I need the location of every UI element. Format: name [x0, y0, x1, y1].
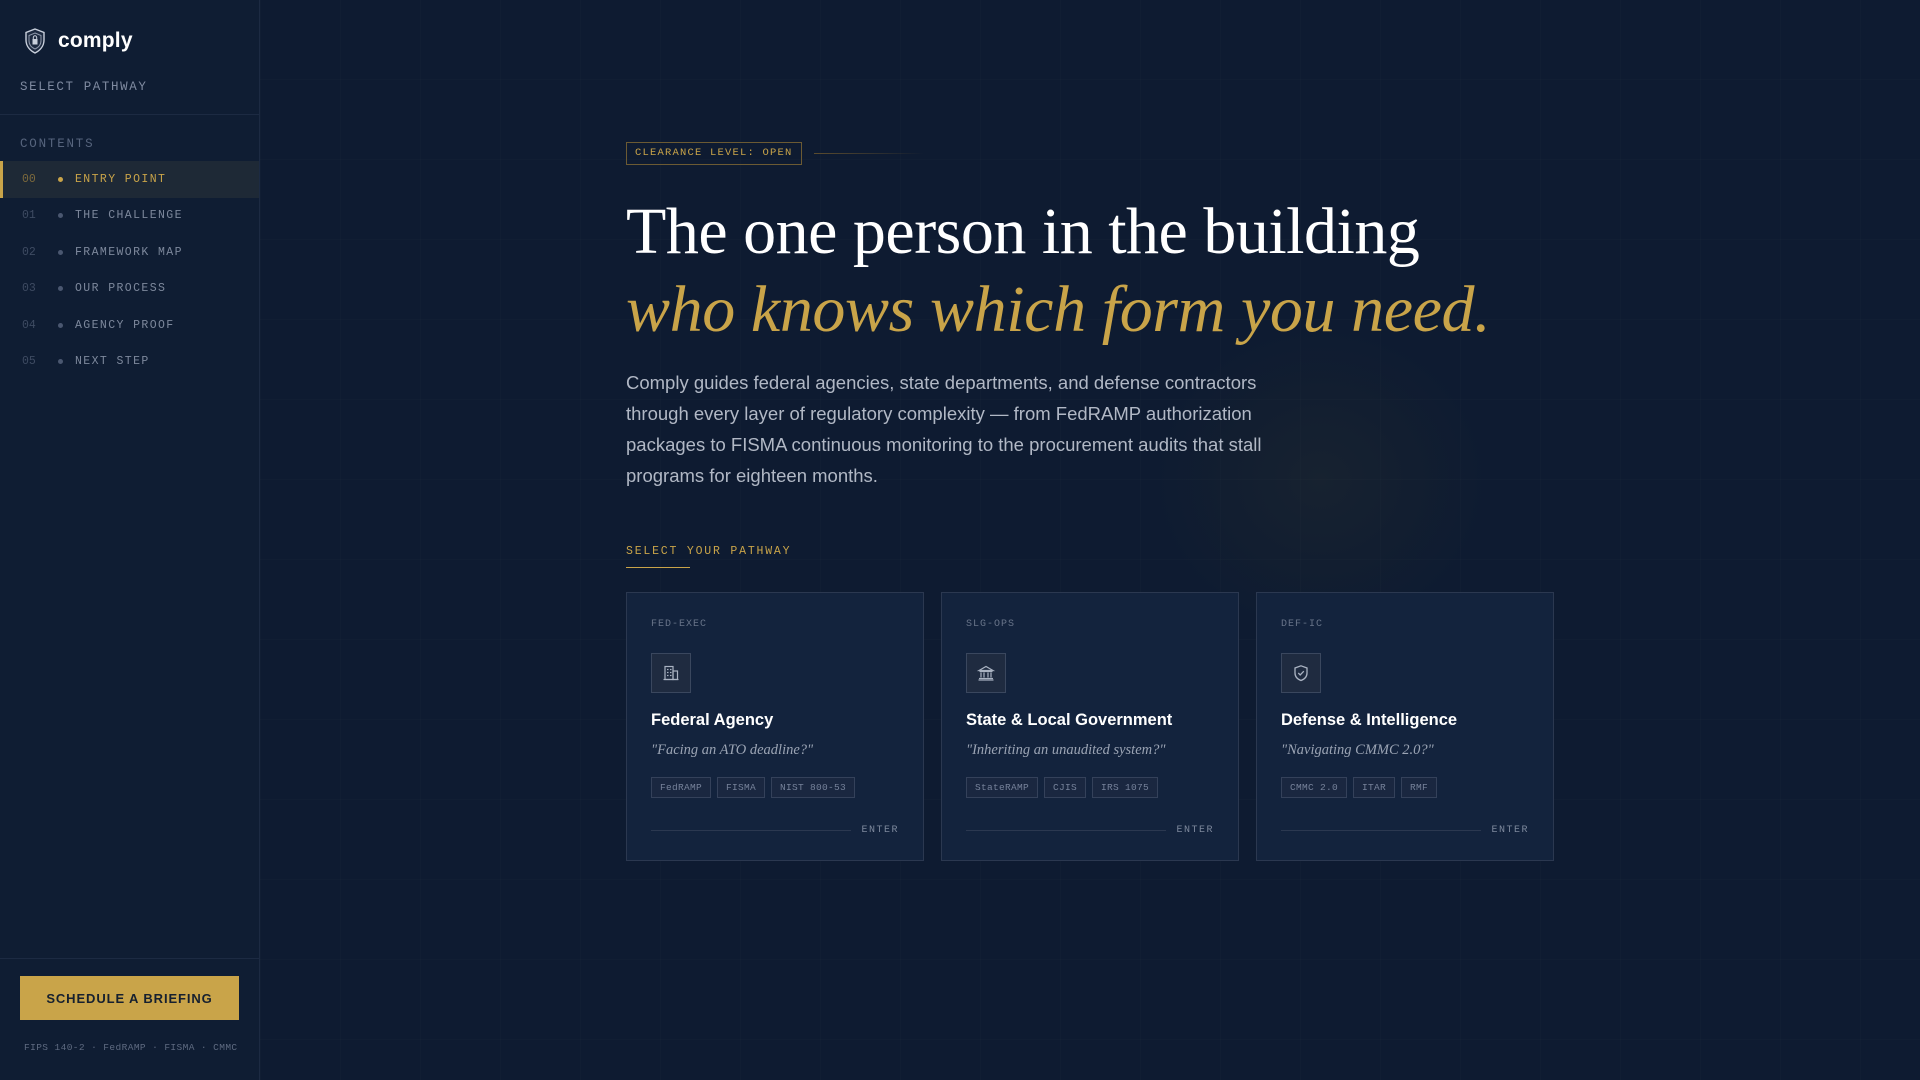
brand-name: comply [58, 29, 133, 52]
card-tags: CMMC 2.0 ITAR RMF [1281, 777, 1443, 798]
card-code: SLG-OPS [966, 619, 1016, 630]
sidebar-footer: SCHEDULE A BRIEFING FIPS 140-2 · FedRAMP… [0, 958, 259, 1080]
card-tag: RMF [1401, 777, 1438, 798]
pathway-cards: FED-EXEC Federal Agency "Facing an ATO d… [626, 592, 1846, 861]
card-tag: CMMC 2.0 [1281, 777, 1348, 798]
shield-check-icon [1281, 653, 1321, 693]
clearance-rule [813, 153, 924, 154]
schedule-briefing-button[interactable]: SCHEDULE A BRIEFING [20, 976, 239, 1020]
nav-item-label: THE CHALLENGE [75, 209, 183, 223]
nav-item-next-step[interactable]: 05 NEXT STEP [0, 344, 259, 381]
card-footer: ENTER [1281, 825, 1529, 836]
card-tag: FISMA [717, 777, 766, 798]
nav-item-label: AGENCY PROOF [75, 318, 175, 332]
nav-item-the-challenge[interactable]: 01 THE CHALLENGE [0, 198, 259, 235]
select-pathway-underline [626, 567, 690, 568]
capitol-building-icon [966, 653, 1006, 693]
nav-item-number: 04 [22, 318, 36, 332]
headline-accent: who knows which form you need. [626, 273, 1491, 346]
office-building-icon [651, 653, 691, 693]
card-tags: StateRAMP CJIS IRS 1075 [966, 777, 1164, 798]
card-footer-rule [966, 830, 1167, 831]
nav-item-label: OUR PROCESS [75, 282, 167, 296]
card-tag: ITAR [1353, 777, 1396, 798]
intro-paragraph: Comply guides federal agencies, state de… [626, 372, 1262, 486]
nav-dot-icon [58, 286, 63, 292]
card-footer: ENTER [966, 825, 1214, 836]
nav-item-number: 02 [22, 245, 36, 259]
nav-item-label: FRAMEWORK MAP [75, 245, 183, 259]
compliance-badges: FIPS 140-2 · FedRAMP · FISMA · CMMC [24, 1042, 238, 1053]
card-tags: FedRAMP FISMA NIST 800-53 [651, 777, 861, 798]
nav-item-number: 05 [22, 355, 36, 369]
card-footer-rule [1281, 830, 1482, 831]
pathway-card-federal-agency[interactable]: FED-EXEC Federal Agency "Facing an ATO d… [626, 592, 924, 861]
card-code: DEF-IC [1281, 619, 1324, 630]
shield-crest-icon [24, 28, 46, 54]
nav-item-our-process[interactable]: 03 OUR PROCESS [0, 271, 259, 308]
nav-item-entry-point[interactable]: 00 ENTRY POINT [0, 161, 259, 198]
pathway-card-state-local[interactable]: SLG-OPS State & Local Government "Inheri… [941, 592, 1239, 861]
select-pathway-label: SELECT PATHWAY [20, 80, 148, 94]
contents-label: CONTENTS [20, 137, 95, 151]
select-pathway-heading: SELECT YOUR PATHWAY [626, 545, 792, 558]
app-root: comply SELECT PATHWAY CONTENTS 00 ENTRY … [0, 0, 1920, 1080]
card-title: State & Local Government [966, 711, 1173, 729]
nav-dot-icon [58, 322, 63, 328]
card-tag: FedRAMP [651, 777, 712, 798]
pathway-card-defense-intelligence[interactable]: DEF-IC Defense & Intelligence "Navigatin… [1256, 592, 1554, 861]
nav-item-label: NEXT STEP [75, 355, 150, 369]
card-quote: "Inheriting an unaudited system?" [966, 742, 1166, 758]
card-code: FED-EXEC [651, 619, 708, 630]
card-footer: ENTER [651, 825, 899, 836]
card-tag: CJIS [1044, 777, 1087, 798]
clearance-badge: CLEARANCE LEVEL: OPEN [626, 142, 802, 165]
card-quote: "Navigating CMMC 2.0?" [1281, 742, 1434, 758]
card-tag: IRS 1075 [1092, 777, 1159, 798]
nav-dot-icon [58, 359, 63, 365]
sidebar-divider [0, 114, 259, 115]
card-footer-rule [651, 830, 852, 831]
card-enter-link[interactable]: ENTER [1491, 825, 1529, 836]
nav-item-number: 00 [22, 172, 36, 186]
card-quote: "Facing an ATO deadline?" [651, 742, 814, 758]
card-enter-link[interactable]: ENTER [861, 825, 899, 836]
nav-dot-icon [58, 176, 63, 182]
card-title: Federal Agency [651, 711, 774, 729]
nav-dot-icon [58, 213, 63, 219]
nav-item-number: 03 [22, 282, 36, 296]
headline: The one person in the building [626, 195, 1420, 268]
nav-dot-icon [58, 249, 63, 255]
hero-section: CLEARANCE LEVEL: OPEN The one person in … [626, 142, 1846, 861]
card-tag: NIST 800-53 [771, 777, 856, 798]
card-enter-link[interactable]: ENTER [1176, 825, 1214, 836]
nav-item-number: 01 [22, 209, 36, 223]
nav-item-framework-map[interactable]: 02 FRAMEWORK MAP [0, 234, 259, 271]
card-tag: StateRAMP [966, 777, 1039, 798]
brand[interactable]: comply [0, 0, 259, 82]
contents-nav: 00 ENTRY POINT 01 THE CHALLENGE 02 FRAME… [0, 161, 259, 380]
nav-item-label: ENTRY POINT [75, 172, 167, 186]
sidebar: comply SELECT PATHWAY CONTENTS 00 ENTRY … [0, 0, 260, 1080]
clearance-row: CLEARANCE LEVEL: OPEN [626, 142, 1846, 165]
main-content: CLEARANCE LEVEL: OPEN The one person in … [260, 0, 1920, 1080]
nav-item-agency-proof[interactable]: 04 AGENCY PROOF [0, 307, 259, 344]
card-title: Defense & Intelligence [1281, 711, 1458, 729]
